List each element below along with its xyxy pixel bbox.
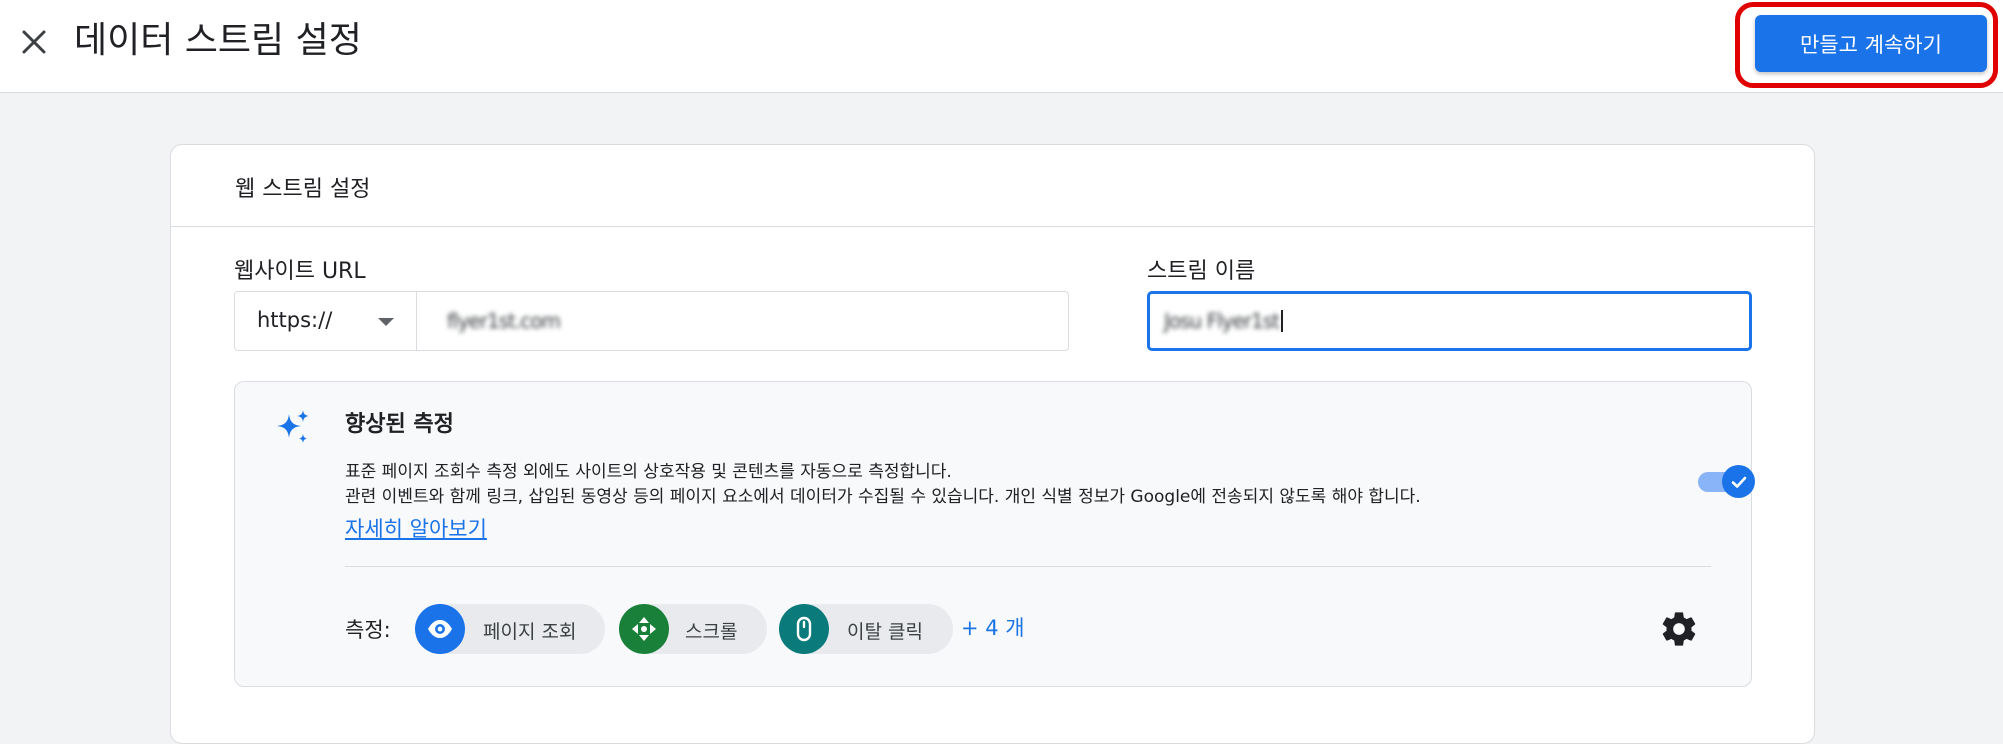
card-header: 웹 스트림 설정 bbox=[171, 145, 1814, 227]
scroll-arrows-icon bbox=[632, 617, 656, 641]
description-line-2: 관련 이벤트와 함께 링크, 삽입된 동영상 등의 페이지 요소에서 데이터가 … bbox=[345, 487, 1421, 507]
page-title: 데이터 스트림 설정 bbox=[74, 20, 362, 61]
web-stream-settings-card: 웹 스트림 설정 웹사이트 URL 스트림 이름 https:// flyer1… bbox=[170, 144, 1815, 744]
chip-scroll[interactable]: 스크롤 bbox=[619, 604, 767, 654]
learn-more-link[interactable]: 자세히 알아보기 bbox=[345, 513, 487, 543]
measurements-label: 측정: bbox=[345, 618, 391, 642]
toggle-thumb bbox=[1722, 465, 1755, 498]
close-button[interactable] bbox=[14, 22, 54, 62]
stream-name-value: Josu Flyer1st bbox=[1164, 309, 1280, 333]
check-icon bbox=[1731, 476, 1746, 488]
chip-label: 이탈 클릭 bbox=[847, 621, 923, 643]
top-app-bar: 데이터 스트림 설정 만들고 계속하기 bbox=[0, 0, 2003, 93]
protocol-value: https:// bbox=[257, 308, 333, 332]
description-line-1: 표준 페이지 조회수 측정 외에도 사이트의 상호작용 및 콘텐츠를 자동으로 … bbox=[345, 462, 952, 482]
stream-name-label: 스트림 이름 bbox=[1147, 259, 1256, 284]
enhanced-measurement-toggle[interactable] bbox=[1698, 463, 1755, 499]
enhanced-measurement-panel: 향상된 측정 표준 페이지 조회수 측정 외에도 사이트의 상호작용 및 콘텐츠… bbox=[234, 381, 1755, 687]
website-url-value: flyer1st.com bbox=[447, 309, 561, 333]
enhanced-measurement-description: 표준 페이지 조회수 측정 외에도 사이트의 상호작용 및 콘텐츠를 자동으로 … bbox=[345, 460, 1421, 510]
enhanced-measurement-title: 향상된 측정 bbox=[345, 412, 454, 437]
chip-page-view[interactable]: 페이지 조회 bbox=[415, 604, 605, 654]
close-icon bbox=[22, 30, 46, 54]
eye-icon bbox=[428, 620, 452, 638]
protocol-select[interactable]: https:// bbox=[234, 291, 417, 351]
stream-name-input[interactable]: Josu Flyer1st bbox=[1147, 291, 1752, 351]
sparkle-icon bbox=[277, 410, 309, 443]
gear-icon[interactable] bbox=[1659, 609, 1699, 649]
chip-label: 스크롤 bbox=[685, 621, 738, 643]
more-measurements-link[interactable]: + 4 개 bbox=[961, 612, 1025, 642]
website-url-label: 웹사이트 URL bbox=[234, 259, 366, 284]
card-title: 웹 스트림 설정 bbox=[235, 177, 371, 202]
divider bbox=[345, 566, 1711, 567]
chip-icon-wrapper bbox=[415, 604, 465, 654]
text-cursor bbox=[1281, 310, 1283, 332]
create-and-continue-button[interactable]: 만들고 계속하기 bbox=[1755, 15, 1987, 72]
mouse-icon bbox=[796, 616, 812, 642]
chip-label: 페이지 조회 bbox=[483, 621, 577, 643]
chip-icon-wrapper bbox=[779, 604, 829, 654]
website-url-input[interactable]: flyer1st.com bbox=[417, 291, 1069, 351]
chip-outbound-click[interactable]: 이탈 클릭 bbox=[779, 604, 953, 654]
chevron-down-icon bbox=[378, 318, 394, 326]
chip-icon-wrapper bbox=[619, 604, 669, 654]
